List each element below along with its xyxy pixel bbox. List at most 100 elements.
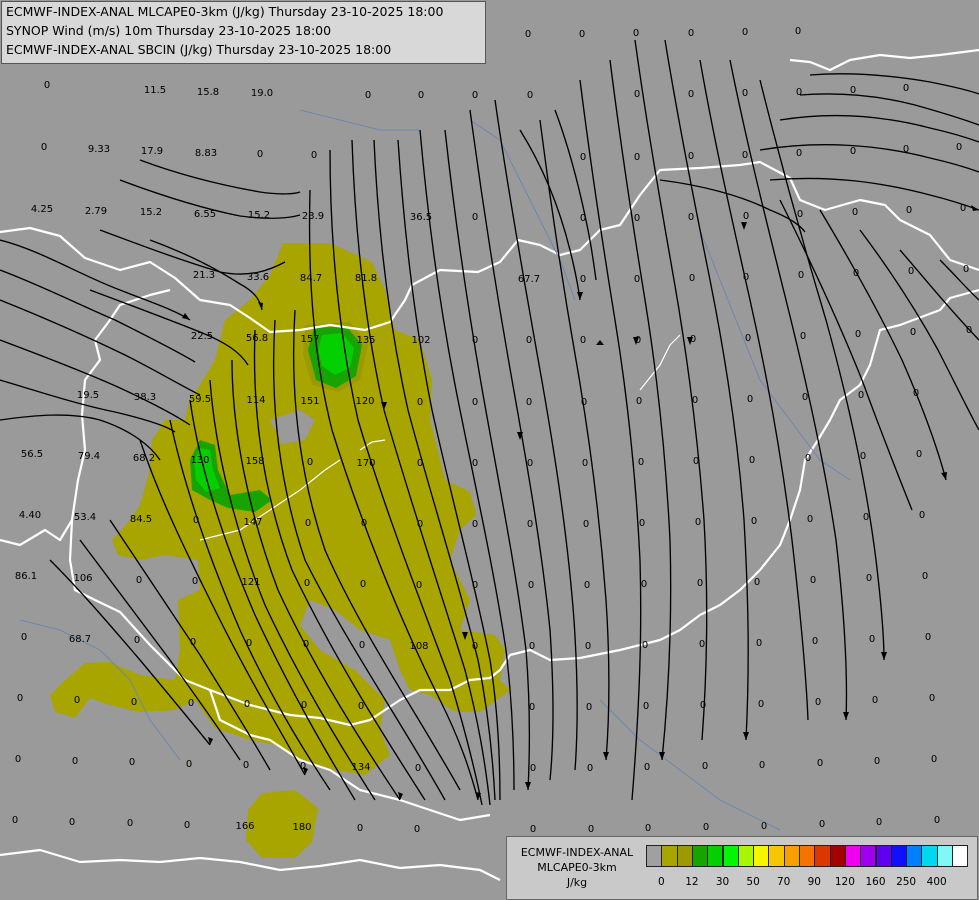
grid-value-label: 0 [580,152,586,163]
grid-value-label: 0 [925,632,931,643]
grid-value-label: 0 [472,335,478,346]
grid-value-label: 0 [472,458,478,469]
grid-value-label: 0 [357,823,363,834]
grid-value-label: 130 [190,455,209,466]
grid-value-label: 114 [246,395,265,406]
grid-value-label: 0 [580,274,586,285]
legend-unit: J/kg [566,876,588,889]
grid-value-label: 0 [359,640,365,651]
grid-value-label: 0 [582,458,588,469]
grid-value-label: 0 [688,151,694,162]
grid-value-label: 4.25 [31,204,53,215]
grid-value-label: 0 [743,272,749,283]
legend-color-swatch [906,845,923,867]
grid-value-label: 0 [700,700,706,711]
grid-value-label: 0 [472,212,478,223]
grid-value-label: 0 [579,29,585,40]
grid-value-label: 0 [585,641,591,652]
grid-value-label: 0 [819,819,825,830]
grid-value-label: 0 [869,634,875,645]
header-line-wind: SYNOP Wind (m/s) 10m Thursday 23-10-2025… [6,23,332,38]
grid-value-label: 23.9 [302,211,324,222]
grid-value-label: 0 [872,695,878,706]
grid-value-label: 0 [417,519,423,530]
legend-tick-label: 400 [926,876,947,888]
grid-value-label: 108 [409,641,428,652]
legend-tick-label: 0 [657,876,665,888]
grid-value-label: 0 [190,637,196,648]
grid-value-label: 0 [919,510,925,521]
grid-value-label: 0 [634,213,640,224]
grid-value-label: 166 [235,821,254,832]
legend-color-swatch [783,845,800,867]
grid-value-label: 0 [418,90,424,101]
legend-color-swatch [691,845,709,867]
legend-tick-label: 120 [834,876,855,888]
grid-value-label: 0 [527,519,533,530]
header-line-cin: ECMWF-INDEX-ANAL SBCIN (J/kg) Thursday 2… [6,42,392,57]
grid-value-label: 56.5 [21,449,43,460]
grid-value-label: 0 [817,758,823,769]
grid-value-label: 0 [745,333,751,344]
grid-value-label: 0 [810,575,816,586]
grid-value-label: 0 [638,457,644,468]
grid-value-label: 0 [634,152,640,163]
grid-value-label: 0 [688,89,694,100]
grid-value-label: 0 [72,756,78,767]
grid-value-label: 36.5 [410,212,432,223]
grid-value-label: 0 [417,458,423,469]
grid-value-label: 0 [643,701,649,712]
grid-value-label: 0 [131,697,137,708]
legend-tick-label: 160 [865,876,886,888]
grid-value-label: 0 [815,697,821,708]
grid-value-label: 0 [703,822,709,833]
grid-value-label: 0 [860,451,866,462]
grid-value-label: 0 [528,580,534,591]
legend-color-swatch [829,845,846,867]
grid-value-label: 0 [850,146,856,157]
grid-value-label: 59.5 [189,394,211,405]
grid-value-label: 19.0 [251,88,273,99]
grid-value-label: 0 [800,331,806,342]
grid-value-label: 0 [916,449,922,460]
grid-value-label: 0 [699,639,705,650]
legend-color-swatch [661,845,678,867]
grid-value-label: 0 [580,213,586,224]
grid-value-label: 0 [588,824,594,835]
grid-value-label: 0 [855,329,861,340]
grid-value-label: 84.7 [300,273,322,284]
grid-value-label: 0 [922,571,928,582]
grid-value-label: 0 [633,28,639,39]
grid-value-label: 2.79 [85,206,107,217]
grid-value-label: 53.4 [74,512,96,523]
grid-value-label: 0 [44,80,50,91]
grid-value-label: 0 [874,756,880,767]
grid-value-label: 158 [245,456,264,467]
grid-value-label: 0 [858,390,864,401]
grid-value-label: 0 [127,818,133,829]
legend-tick-label: 50 [746,876,760,888]
grid-value-label: 0 [688,212,694,223]
grid-value-label: 0 [472,580,478,591]
legend-title-param: MLCAPE0-3km [537,861,617,874]
grid-value-label: 8.83 [195,148,217,159]
grid-value-label: 0 [863,512,869,523]
grid-value-label: 0 [12,815,18,826]
grid-value-label: 17.9 [141,146,163,157]
grid-value-label: 0 [416,580,422,591]
grid-value-label: 0 [303,639,309,650]
grid-value-label: 0 [193,515,199,526]
grid-value-label: 0 [876,817,882,828]
grid-value-label: 0 [527,90,533,101]
grid-value-label: 0 [186,759,192,770]
grid-value-label: 0 [529,702,535,713]
legend-color-swatch [875,845,892,867]
grid-value-label: 0 [759,760,765,771]
grid-value-label: 33.6 [247,272,269,283]
grid-value-label: 11.5 [144,85,166,96]
grid-value-label: 151 [300,396,319,407]
grid-value-label: 0 [472,519,478,530]
grid-value-label: 0 [300,761,306,772]
grid-value-label: 79.4 [78,451,100,462]
grid-value-label: 0 [246,638,252,649]
